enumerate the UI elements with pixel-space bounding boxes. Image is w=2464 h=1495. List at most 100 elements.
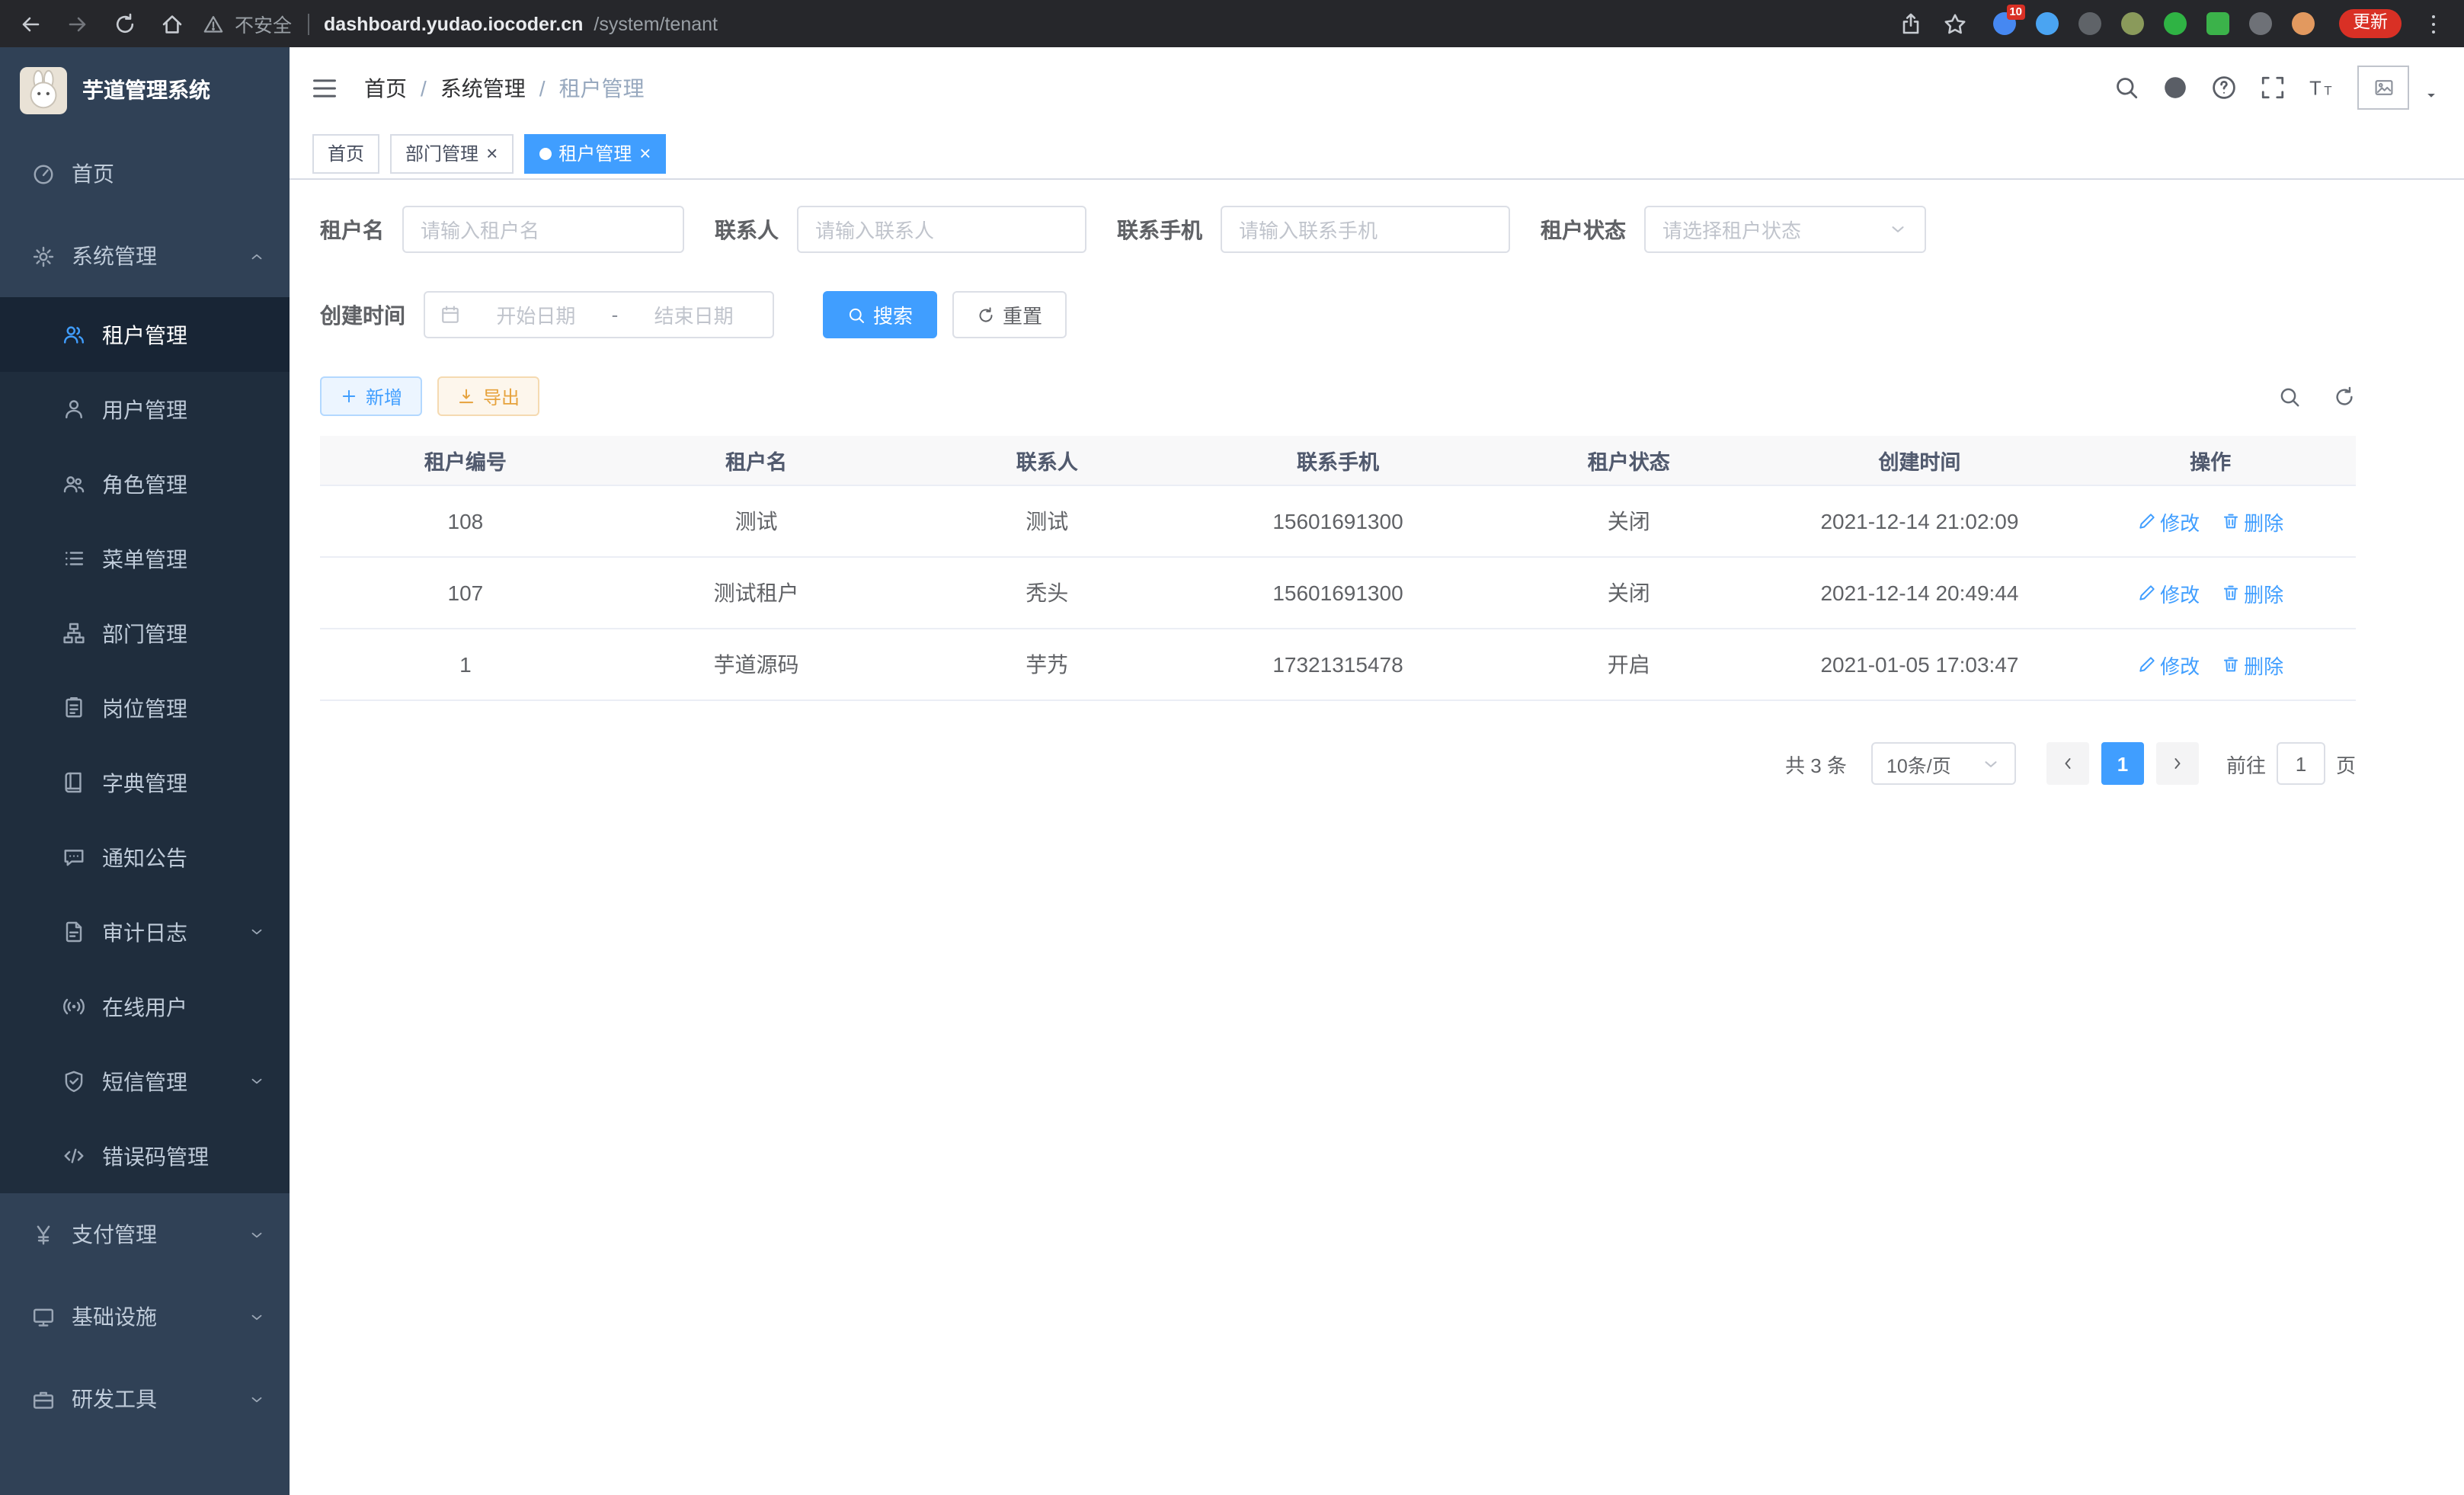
next-page-button[interactable] [2156,742,2199,785]
add-button-label: 新增 [366,383,402,409]
delete-link-label: 删除 [2244,650,2283,679]
infra-icon [32,1305,55,1328]
toolbar: 新增 导出 [290,376,2464,416]
page-size-select[interactable]: 10条/页 [1871,742,2016,785]
date-range-input[interactable]: 开始日期 - 结束日期 [424,291,774,338]
reload-icon[interactable] [113,11,137,36]
sidebar-item-infra[interactable]: 基础设施 [0,1276,290,1358]
menu-list-icon [62,547,85,570]
navbar-actions: TT [2114,66,2440,110]
warning-triangle-icon [203,13,224,34]
share-icon[interactable] [1899,11,1923,36]
page-unit-label: 页 [2336,749,2356,778]
toggle-search-button[interactable] [2278,385,2301,408]
sidebar-item-label: 支付管理 [72,1219,157,1250]
sidebar-item-menu[interactable]: 菜单管理 [0,521,290,596]
sidebar-item-tenant[interactable]: 租户管理 [0,297,290,372]
help-icon[interactable] [2211,75,2237,101]
extension-icon[interactable] [2036,12,2059,35]
contact-input[interactable]: 请输入联系人 [797,206,1086,253]
browser-menu-icon[interactable] [2421,11,2446,36]
delete-link[interactable]: 删除 [2221,578,2283,607]
github-icon[interactable] [2162,75,2188,101]
chevron-down-icon [248,1391,265,1407]
org-tree-icon [62,622,85,645]
sidebar-item-notice[interactable]: 通知公告 [0,820,290,895]
phone-input[interactable]: 请输入联系手机 [1221,206,1510,253]
goto-page-input[interactable]: 1 [2277,742,2325,785]
extension-icon[interactable] [2164,12,2187,35]
cell-actions: 修改删除 [2065,507,2356,536]
close-icon[interactable]: × [639,143,651,163]
sidebar-item-dept[interactable]: 部门管理 [0,596,290,671]
sidebar-item-dict[interactable]: 字典管理 [0,745,290,820]
tenant-table: 租户编号租户名联系人联系手机租户状态创建时间操作 108测试测试15601691… [320,436,2356,701]
sidebar-item-label: 首页 [72,158,114,189]
delete-link[interactable]: 删除 [2221,650,2283,679]
header-search-icon[interactable] [2114,75,2139,101]
sidebar-item-sms[interactable]: 短信管理 [0,1044,290,1119]
sidebar-item-audit[interactable]: 审计日志 [0,895,290,969]
security-label: 不安全 [235,9,292,38]
close-icon[interactable]: × [486,143,498,163]
tab-0[interactable]: 首页 [312,133,379,173]
tenant-name-label: 租户名 [320,214,384,245]
refresh-table-button[interactable] [2333,385,2356,408]
extension-icon[interactable] [2206,12,2229,35]
delete-link[interactable]: 删除 [2221,507,2283,536]
bookmark-star-icon[interactable] [1943,11,1967,36]
font-size-icon[interactable]: TT [2309,75,2334,101]
sidebar-item-system[interactable]: 系统管理 [0,215,290,297]
browser-home-icon[interactable] [160,11,184,36]
update-button[interactable]: 更新 [2339,9,2402,38]
reset-button[interactable]: 重置 [952,291,1067,338]
tab-2[interactable]: 租户管理× [523,133,666,173]
edit-link[interactable]: 修改 [2137,507,2200,536]
plus-icon [340,387,358,405]
forward-icon[interactable] [66,11,90,36]
sidebar-item-label: 角色管理 [102,469,187,499]
user-menu-caret-icon[interactable] [2423,87,2440,104]
extension-icon[interactable] [2292,12,2315,35]
extension-icon[interactable] [2249,12,2272,35]
tenant-status-select[interactable]: 请选择租户状态 [1644,206,1926,253]
sidebar-item-online[interactable]: 在线用户 [0,969,290,1044]
edit-link[interactable]: 修改 [2137,650,2200,679]
search-button[interactable]: 搜索 [823,291,937,338]
hamburger-icon[interactable] [311,74,338,101]
sidebar-item-post[interactable]: 岗位管理 [0,671,290,745]
logo[interactable]: 芋道管理系统 [0,47,290,133]
cell-created: 2021-12-14 20:49:44 [1774,581,2066,605]
page-number-1[interactable]: 1 [2101,742,2144,785]
export-button[interactable]: 导出 [437,376,539,416]
extension-icon[interactable] [2078,12,2101,35]
breadcrumb-item-home[interactable]: 首页 [364,72,407,103]
edit-link[interactable]: 修改 [2137,578,2200,607]
tab-1[interactable]: 部门管理× [390,133,513,173]
phone-label: 联系手机 [1117,214,1202,245]
add-button[interactable]: 新增 [320,376,422,416]
address-bar[interactable]: 不安全 dashboard.yudao.iocoder.cn/system/te… [203,9,1899,38]
tenant-name-input[interactable]: 请输入租户名 [402,206,684,253]
sidebar-menu: 首页系统管理租户管理用户管理角色管理菜单管理部门管理岗位管理字典管理通知公告审计… [0,133,290,1440]
prev-page-button[interactable] [2046,742,2089,785]
sidebar-item-dev[interactable]: 研发工具 [0,1358,290,1440]
breadcrumb-item-system[interactable]: 系统管理 [440,72,526,103]
sidebar-item-pay[interactable]: 支付管理 [0,1193,290,1276]
delete-icon [2221,512,2239,530]
filter-form: 租户名 请输入租户名 联系人 请输入联系人 联系手机 请输入联系手机 [290,180,2464,338]
dashboard-icon [32,162,55,185]
extension-icon[interactable]: 10 [1993,12,2016,35]
cell-phone: 17321315478 [1192,652,1483,677]
sidebar-item-user[interactable]: 用户管理 [0,372,290,447]
extension-icon[interactable] [2121,12,2144,35]
back-icon[interactable] [18,11,43,36]
table-row: 1芋道源码芋艿17321315478开启2021-01-05 17:03:47修… [320,629,2356,701]
user-avatar[interactable] [2357,66,2409,110]
sidebar-item-label: 字典管理 [102,767,187,798]
fullscreen-icon[interactable] [2260,75,2286,101]
sidebar-item-role[interactable]: 角色管理 [0,447,290,521]
sidebar-item-home[interactable]: 首页 [0,133,290,215]
sidebar-item-errcode[interactable]: 错误码管理 [0,1119,290,1193]
cell-contact: 秃头 [901,578,1192,608]
